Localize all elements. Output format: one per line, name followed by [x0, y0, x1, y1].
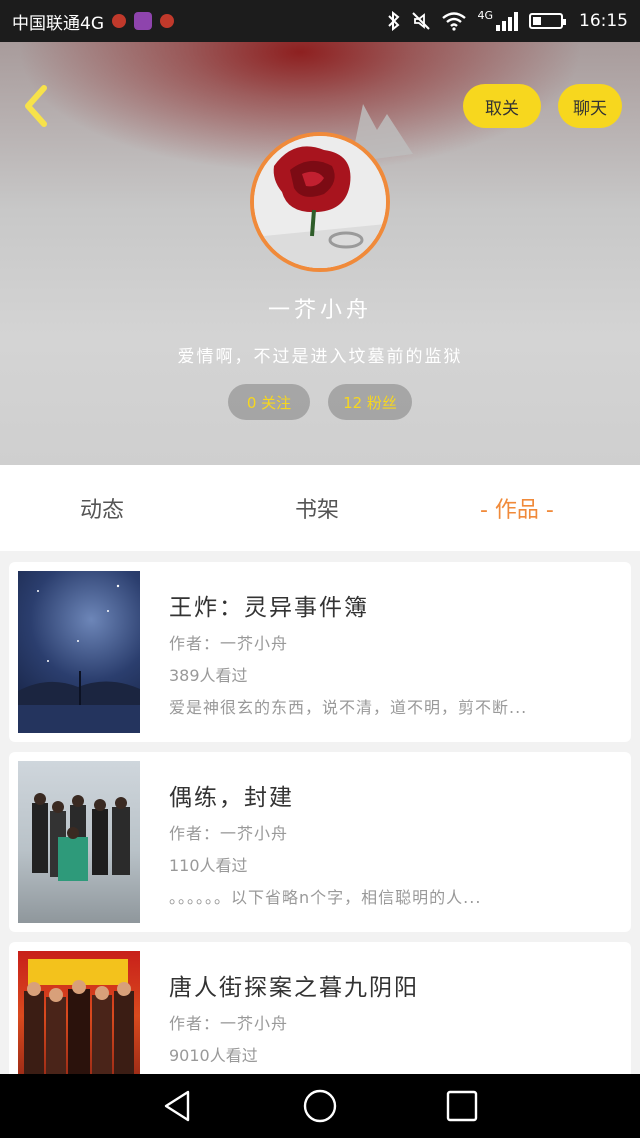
tab-bookshelf[interactable]: 书架 [295, 465, 339, 551]
wifi-icon [442, 12, 467, 31]
back-arrow-icon[interactable] [18, 82, 58, 130]
fans-count-badge[interactable]: 12 粉丝 [328, 384, 412, 420]
book-cover-image [18, 761, 140, 923]
username: 一芥小舟 [267, 298, 372, 323]
work-view-count: 110人看过 [169, 856, 248, 875]
carrier-label: 中国联通4G [12, 13, 104, 34]
work-list-item[interactable]: 偶练，封建 作者：一芥小舟 110人看过 。。。。。。以下省略n个字，相信聪明的… [9, 752, 631, 932]
avatar[interactable] [250, 132, 390, 272]
work-view-count: 389人看过 [169, 666, 248, 685]
work-author: 作者：一芥小舟 [169, 1014, 289, 1033]
system-navigation-bar [0, 1074, 640, 1138]
app-notification-icon-2 [160, 14, 174, 28]
work-author: 作者：一芥小舟 [169, 634, 289, 653]
battery-icon [529, 13, 566, 29]
mute-icon [412, 12, 431, 30]
gallery-notification-icon [134, 12, 152, 30]
work-description: 。。。。。。以下省略n个字，相信聪明的人... [169, 888, 482, 907]
user-bio: 爱情啊，不过是进入坟墓前的监狱 [177, 347, 463, 367]
chat-button[interactable]: 聊天 [558, 84, 622, 128]
status-bar: 中国联通4G 4G 16:15 [0, 0, 640, 42]
tab-works[interactable]: - 作品 - [480, 465, 554, 551]
work-title: 唐人街探案之暮九阴阳 [169, 975, 419, 1001]
unfollow-button[interactable]: 取关 [463, 84, 541, 128]
app-notification-icon [112, 14, 126, 28]
nav-recents-icon[interactable] [444, 1088, 480, 1124]
signal-icon [496, 12, 518, 31]
nav-home-icon[interactable] [302, 1088, 338, 1124]
work-description: 爱是神很玄的东西，说不清，道不明，剪不断... [169, 698, 528, 717]
following-count-badge[interactable]: 0 关注 [228, 384, 310, 420]
work-view-count: 9010人看过 [169, 1046, 258, 1065]
rose-avatar-image [254, 136, 386, 268]
nav-back-icon[interactable] [160, 1088, 196, 1124]
bluetooth-icon [388, 11, 400, 31]
work-title: 王炸：灵异事件簿 [169, 595, 369, 621]
work-list-item[interactable]: 王炸：灵异事件簿 作者：一芥小舟 389人看过 爱是神很玄的东西，说不清，道不明… [9, 562, 631, 742]
book-cover-image [18, 571, 140, 733]
profile-header: 取关 聊天 一芥小舟 爱情啊，不过是进入坟墓前的监狱 0 关注 12 粉丝 [0, 42, 640, 465]
tab-updates[interactable]: 动态 [80, 465, 124, 551]
network-type-label: 4G [477, 8, 493, 22]
profile-tabs: 动态 书架 - 作品 - [0, 465, 640, 551]
clock: 16:15 [579, 11, 628, 31]
work-author: 作者：一芥小舟 [169, 824, 289, 843]
work-title: 偶练，封建 [169, 785, 294, 811]
